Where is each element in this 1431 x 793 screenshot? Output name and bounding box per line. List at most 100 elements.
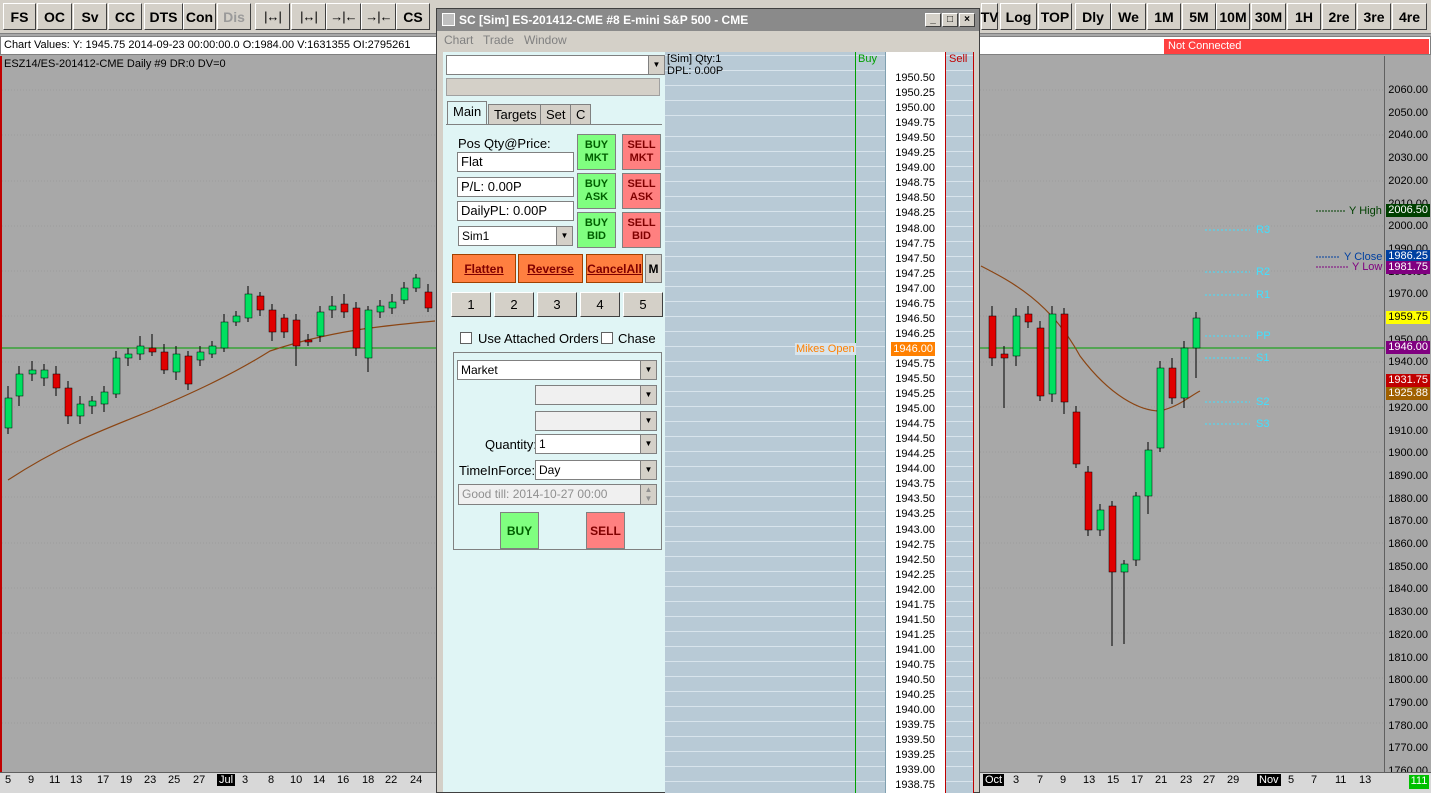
tab-set[interactable]: Set	[540, 104, 572, 125]
dis-button[interactable]: Dis	[217, 3, 251, 30]
tab-main[interactable]: Main	[447, 101, 488, 124]
ladder-price[interactable]: 1938.75	[888, 779, 935, 791]
buy-market-button[interactable]: BUY MKT	[577, 134, 616, 170]
ladder-price[interactable]: 1942.25	[888, 569, 935, 581]
1m-button[interactable]: 1M	[1147, 3, 1181, 30]
sell-ask-button[interactable]: SELL ASK	[622, 173, 661, 209]
menu-chart[interactable]: Chart	[444, 33, 473, 47]
con-button[interactable]: Con	[183, 3, 216, 30]
reverse-button[interactable]: Reverse	[518, 254, 583, 283]
ladder-price[interactable]: 1943.75	[888, 478, 935, 490]
fs-button[interactable]: FS	[3, 3, 36, 30]
trade-window-title[interactable]: SC [Sim] ES-201412-CME #8 E-mini S&P 500…	[437, 9, 979, 31]
ladder-price[interactable]: 1941.25	[888, 629, 935, 641]
10m-button[interactable]: 10M	[1216, 3, 1250, 30]
ladder-price[interactable]: 1940.25	[888, 689, 935, 701]
ladder-price[interactable]: 1950.25	[888, 87, 935, 99]
menu-window[interactable]: Window	[524, 33, 567, 47]
ladder-price[interactable]: 1943.50	[888, 493, 935, 505]
ladder-price[interactable]: 1947.50	[888, 253, 935, 265]
ladder-price[interactable]: 1941.50	[888, 614, 935, 626]
3re-button[interactable]: 3re	[1357, 3, 1391, 30]
1h-button[interactable]: 1H	[1287, 3, 1321, 30]
m-button[interactable]: M	[645, 254, 662, 283]
buy-ask-button[interactable]: BUY ASK	[577, 173, 616, 209]
buy-button[interactable]: BUY	[500, 512, 539, 549]
ladder-price[interactable]: 1947.75	[888, 238, 935, 250]
ladder-price[interactable]: 1946.75	[888, 298, 935, 310]
daily-button[interactable]: Dly	[1075, 3, 1111, 30]
account-select[interactable]: Sim1 ▼	[458, 226, 573, 246]
sell-button[interactable]: SELL	[586, 512, 625, 549]
2re-button[interactable]: 2re	[1322, 3, 1356, 30]
ladder-price[interactable]: 1943.25	[888, 508, 935, 520]
tab-targets[interactable]: Targets	[488, 104, 543, 125]
dts-button[interactable]: DTS	[144, 3, 183, 30]
flatten-button[interactable]: Flatten	[452, 254, 516, 283]
5m-button[interactable]: 5M	[1182, 3, 1216, 30]
ladder-price[interactable]: 1948.25	[888, 207, 935, 219]
order-type-select[interactable]: Market ▼	[457, 360, 657, 380]
qty-4-button[interactable]: 4	[580, 292, 620, 317]
ladder-price[interactable]: 1950.50	[888, 72, 935, 84]
ladder-price[interactable]: 1945.75	[888, 358, 935, 370]
cs-button[interactable]: CS	[396, 3, 430, 30]
zoom-in-icon[interactable]: →|←	[326, 3, 361, 30]
ladder-price[interactable]: 1941.75	[888, 599, 935, 611]
sell-bid-button[interactable]: SELL BID	[622, 212, 661, 248]
menu-trade[interactable]: Trade	[483, 33, 514, 47]
ladder-price[interactable]: 1949.50	[888, 132, 935, 144]
cancel-all-button[interactable]: CancelAll	[586, 254, 643, 283]
weekly-button[interactable]: We	[1111, 3, 1146, 30]
ladder-price[interactable]: 1945.25	[888, 388, 935, 400]
ladder-price[interactable]: 1942.00	[888, 584, 935, 596]
ladder-price[interactable]: 1945.00	[888, 403, 935, 415]
zoom-fit-icon[interactable]: |↔|	[291, 3, 326, 30]
oc-button[interactable]: OC	[37, 3, 72, 30]
sv-button[interactable]: Sv	[73, 3, 107, 30]
qty-1-button[interactable]: 1	[451, 292, 491, 317]
ladder-price[interactable]: 1939.25	[888, 749, 935, 761]
ladder-price[interactable]: 1945.50	[888, 373, 935, 385]
ladder-price[interactable]: 1948.00	[888, 223, 935, 235]
ladder-price[interactable]: 1943.00	[888, 524, 935, 536]
tv-button[interactable]: TV	[981, 3, 998, 30]
log-button[interactable]: Log	[1000, 3, 1037, 30]
good-till-field[interactable]: Good till: 2014-10-27 00:00 ▲ ▼	[458, 484, 657, 505]
ladder-price[interactable]: 1939.75	[888, 719, 935, 731]
buy-bid-button[interactable]: BUY BID	[577, 212, 616, 248]
close-icon[interactable]: ×	[959, 13, 975, 27]
ladder-price[interactable]: 1946.50	[888, 313, 935, 325]
qty-2-button[interactable]: 2	[494, 292, 534, 317]
ladder-price[interactable]: 1940.75	[888, 659, 935, 671]
ladder-price[interactable]: 1948.50	[888, 192, 935, 204]
ladder-price[interactable]: 1949.75	[888, 117, 935, 129]
ladder-price[interactable]: 1946.25	[888, 328, 935, 340]
qty-5-button[interactable]: 5	[623, 292, 663, 317]
ladder-price[interactable]: 1944.75	[888, 418, 935, 430]
ladder-price[interactable]: 1944.50	[888, 433, 935, 445]
quantity-select[interactable]: 1 ▼	[535, 434, 657, 454]
sell-market-button[interactable]: SELL MKT	[622, 134, 661, 170]
ladder-price[interactable]: 1939.00	[888, 764, 935, 776]
qty-3-button[interactable]: 3	[537, 292, 577, 317]
top-button[interactable]: TOP	[1038, 3, 1072, 30]
ladder-price[interactable]: 1942.50	[888, 554, 935, 566]
ladder-price[interactable]: 1944.25	[888, 448, 935, 460]
ladder-price[interactable]: 1944.00	[888, 463, 935, 475]
ladder-price[interactable]: 1949.25	[888, 147, 935, 159]
ladder-price[interactable]: 1948.75	[888, 177, 935, 189]
maximize-icon[interactable]: □	[942, 13, 958, 27]
tab-c[interactable]: C	[570, 104, 592, 125]
ladder-price[interactable]: 1950.00	[888, 102, 935, 114]
price2-select[interactable]: ▼	[535, 411, 657, 431]
cc-button[interactable]: CC	[108, 3, 142, 30]
ladder-price[interactable]: 1940.00	[888, 704, 935, 716]
30m-button[interactable]: 30M	[1251, 3, 1286, 30]
minimize-icon[interactable]: _	[925, 13, 941, 27]
4re-button[interactable]: 4re	[1392, 3, 1427, 30]
ladder-price[interactable]: 1947.25	[888, 268, 935, 280]
symbol-combo[interactable]: ▼	[446, 55, 665, 75]
ladder-price[interactable]: 1947.00	[888, 283, 935, 295]
zoom-out-icon[interactable]: |↔|	[255, 3, 290, 30]
